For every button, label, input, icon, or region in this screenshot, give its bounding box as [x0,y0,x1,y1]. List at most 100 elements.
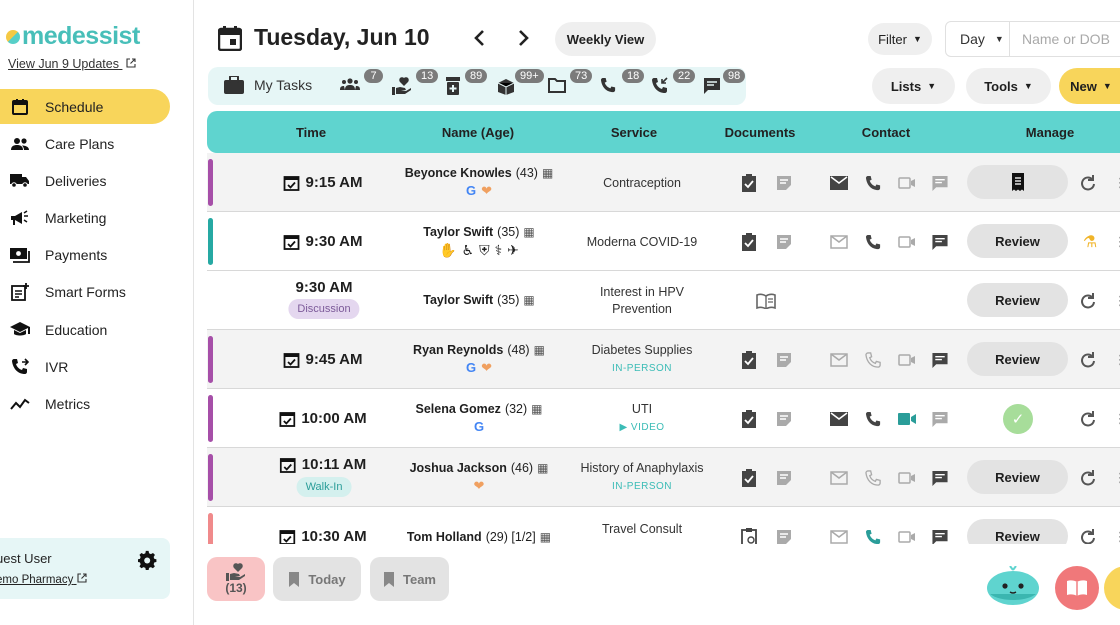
chat-icon[interactable] [930,468,950,488]
phone-icon[interactable] [863,232,883,252]
more-icon[interactable]: ⋮ [1110,468,1120,488]
patient-name[interactable]: Beyonce Knowles (43) ▦ [405,166,554,180]
reschedule-icon[interactable] [1078,350,1098,370]
table-row[interactable]: 9:15 AM Beyonce Knowles (43) ▦ G ❤ Contrace… [207,153,1120,212]
email-icon[interactable] [829,468,849,488]
note-icon[interactable] [774,173,794,193]
more-icon[interactable]: ⋮ [1110,232,1120,252]
more-icon[interactable]: ⋮ [1110,527,1120,544]
chat-icon[interactable] [930,350,950,370]
mascot-assistant-icon[interactable] [984,566,1042,606]
task-message-button[interactable]: 98 [703,69,746,95]
sidebar-item-payments[interactable]: Payments [0,238,170,273]
day-select[interactable]: Day ▼ [946,22,1010,56]
column-header-time[interactable]: Time [296,125,326,140]
email-icon[interactable] [829,173,849,193]
qr-code-icon[interactable]: ▦ [523,225,534,239]
qr-code-icon[interactable]: ▦ [537,461,548,475]
care-tasks-button[interactable]: (13) [207,557,265,601]
clipboard-check-icon[interactable] [739,232,759,252]
review-button[interactable]: Review [967,519,1068,544]
review-button[interactable]: Review [967,224,1068,258]
lists-button[interactable]: Lists ▼ [872,68,955,104]
table-row[interactable]: 9:45 AM Ryan Reynolds (48) ▦ G ❤ Diabetes S… [207,330,1120,389]
note-icon[interactable] [774,468,794,488]
task-group-button[interactable]: 7 [340,69,383,91]
video-icon[interactable] [897,527,917,544]
task-callback-button[interactable]: 22 [651,69,696,95]
video-icon[interactable] [897,173,917,193]
new-button[interactable]: New ▼ [1059,68,1120,104]
qr-code-icon[interactable]: ▦ [531,402,542,416]
updates-link[interactable]: View Jun 9 Updates [8,57,136,71]
sidebar-item-metrics[interactable]: Metrics [0,387,170,422]
book-open-icon[interactable] [756,291,776,311]
note-icon[interactable] [774,527,794,544]
completed-check-icon[interactable]: ✓ [1003,404,1033,434]
task-folder-button[interactable]: 73 [548,69,593,93]
today-button[interactable]: Today [273,557,361,601]
column-header-service[interactable]: Service [611,125,657,140]
calendar-icon[interactable] [218,25,242,51]
pharmacy-link[interactable]: emo Pharmacy [0,573,87,586]
task-medical-button[interactable]: 89 [445,69,488,95]
weekly-view-button[interactable]: Weekly View [555,22,656,56]
table-row[interactable]: 9:30 AM Discussion Taylor Swift (35) ▦ Int… [207,271,1120,330]
sidebar-item-care-plans[interactable]: Care Plans [0,126,170,161]
sidebar-item-schedule[interactable]: Schedule [0,89,170,124]
patient-name[interactable]: Taylor Swift (35) ▦ [423,293,535,307]
email-icon[interactable] [829,350,849,370]
phone-icon[interactable] [863,468,883,488]
sidebar-item-education[interactable]: Education [0,312,170,347]
phone-icon[interactable] [863,409,883,429]
task-care-button[interactable]: 13 [392,69,439,95]
table-row[interactable]: 10:00 AM Selena Gomez (32) ▦ G UTI ▶ VIDEO … [207,389,1120,448]
logo[interactable]: medessist [6,22,140,51]
review-button[interactable]: Review [967,283,1068,317]
patient-name[interactable]: Taylor Swift (35) ▦ [423,225,535,239]
sidebar-item-ivr[interactable]: IVR [0,349,170,384]
video-icon[interactable] [897,232,917,252]
email-icon[interactable] [829,527,849,544]
patient-name[interactable]: Tom Holland (29) [1/2] ▦ [407,530,551,544]
email-icon[interactable] [829,409,849,429]
chat-icon[interactable] [930,232,950,252]
video-icon[interactable] [897,350,917,370]
table-row[interactable]: 10:11 AM Walk-In Joshua Jackson (46) ▦ ❤ H… [207,448,1120,507]
patient-name[interactable]: Selena Gomez (32) ▦ [415,402,542,416]
qr-code-icon[interactable]: ▦ [534,343,545,357]
receipt-button[interactable] [967,165,1068,199]
reschedule-icon[interactable] [1078,409,1098,429]
education-button[interactable] [1055,566,1099,610]
gear-icon[interactable] [138,550,158,570]
phone-icon[interactable] [863,173,883,193]
chat-icon[interactable] [930,173,950,193]
column-header-name[interactable]: Name (Age) [442,125,514,140]
reschedule-icon[interactable] [1078,173,1098,193]
reschedule-icon[interactable] [1078,527,1098,544]
video-icon[interactable] [897,468,917,488]
next-day-button[interactable] [517,27,531,53]
review-button[interactable]: Review [967,342,1068,376]
syringe-vial-icon[interactable]: ⚗ [1080,232,1100,252]
task-call-button[interactable]: 18 [600,69,645,94]
sidebar-item-smart-forms[interactable]: Smart Forms [0,275,170,310]
chat-icon[interactable] [930,409,950,429]
table-row[interactable]: 10:30 AM Tom Holland (29) [1/2] ▦ Travel C… [207,507,1120,544]
more-icon[interactable]: ⋮ [1110,350,1120,370]
search-input[interactable]: Name or DOB [1010,31,1110,47]
qr-code-icon[interactable]: ▦ [542,166,553,180]
task-delivery-button[interactable]: 99+ [497,69,544,95]
my-tasks-button[interactable]: My Tasks [224,76,312,94]
sidebar-item-deliveries[interactable]: Deliveries [0,163,170,198]
reschedule-icon[interactable] [1078,468,1098,488]
review-button[interactable]: Review [967,460,1068,494]
phone-icon[interactable] [863,350,883,370]
patient-name[interactable]: Joshua Jackson (46) ▦ [410,461,549,475]
clipboard-check-icon[interactable] [739,173,759,193]
note-icon[interactable] [774,409,794,429]
note-icon[interactable] [774,350,794,370]
phone-icon[interactable] [863,527,883,544]
tools-button[interactable]: Tools ▼ [966,68,1051,104]
clipboard-check-icon[interactable] [739,350,759,370]
